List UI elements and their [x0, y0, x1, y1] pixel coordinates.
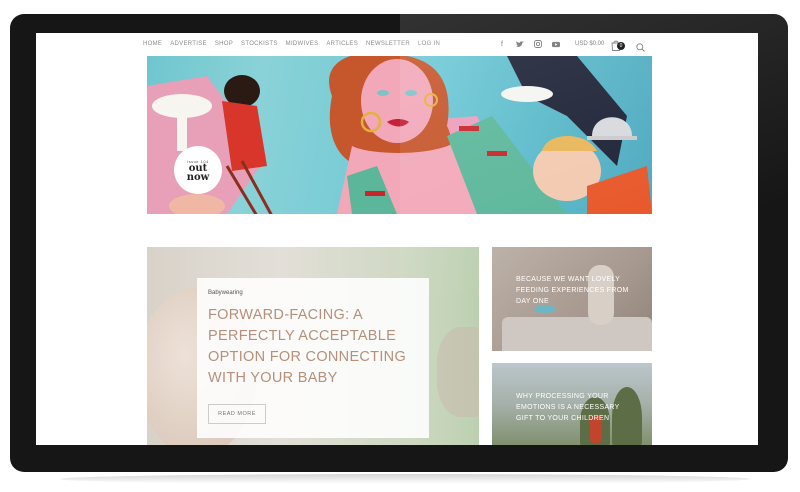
side-post-feeding[interactable]: BECAUSE WE WANT LOVELY FEEDING EXPERIENC…: [492, 247, 652, 351]
nav-articles[interactable]: ARTICLES: [326, 41, 358, 47]
facebook-icon[interactable]: f: [498, 40, 506, 48]
instagram-icon[interactable]: [534, 40, 542, 48]
hero-illustration: [147, 56, 652, 214]
website-screen: HOME ADVERTISE SHOP STOCKISTS MIDWIVES A…: [36, 33, 758, 445]
side-post-emotions[interactable]: WHY PROCESSING YOUR EMOTIONS IS A NECESS…: [492, 363, 652, 445]
side-post-title[interactable]: WHY PROCESSING YOUR EMOTIONS IS A NECESS…: [516, 391, 636, 424]
header-bar: HOME ADVERTISE SHOP STOCKISTS MIDWIVES A…: [36, 33, 758, 57]
nav-home[interactable]: HOME: [143, 41, 162, 47]
youtube-icon[interactable]: [552, 40, 560, 48]
nav-stockists[interactable]: STOCKISTS: [241, 41, 278, 47]
read-more-button[interactable]: READ MORE: [208, 404, 266, 424]
feature-photo-background: [437, 327, 479, 417]
out-now-badge[interactable]: issue 104 out now: [174, 146, 222, 194]
post-photo-sofa: [502, 317, 652, 351]
nav-newsletter[interactable]: NEWSLETTER: [366, 41, 410, 47]
monitor-shadow: [60, 474, 750, 484]
hero-banner[interactable]: issue 104 out now: [147, 56, 652, 214]
cart-total[interactable]: USD $0.00: [575, 41, 604, 47]
search-icon[interactable]: [636, 39, 645, 52]
featured-article[interactable]: Babywearing FORWARD-FACING: A PERFECTLY …: [147, 247, 479, 445]
nav-midwives[interactable]: MIDWIVES: [286, 41, 319, 47]
article-category[interactable]: Babywearing: [208, 290, 243, 296]
social-links: f: [498, 40, 560, 48]
cart-count-badge: 0: [617, 42, 625, 50]
nav-shop[interactable]: SHOP: [215, 41, 233, 47]
article-title[interactable]: FORWARD-FACING: A PERFECTLY ACCEPTABLE O…: [208, 305, 423, 389]
side-post-title[interactable]: BECAUSE WE WANT LOVELY FEEDING EXPERIENC…: [516, 274, 636, 307]
nav-login[interactable]: LOG IN: [418, 41, 440, 47]
main-nav: HOME ADVERTISE SHOP STOCKISTS MIDWIVES A…: [143, 41, 440, 47]
nav-advertise[interactable]: ADVERTISE: [170, 41, 207, 47]
badge-line-2: now: [186, 171, 210, 183]
twitter-icon[interactable]: [516, 40, 524, 48]
shopping-bag-icon[interactable]: 0: [611, 38, 625, 51]
featured-article-card: Babywearing FORWARD-FACING: A PERFECTLY …: [197, 278, 429, 438]
